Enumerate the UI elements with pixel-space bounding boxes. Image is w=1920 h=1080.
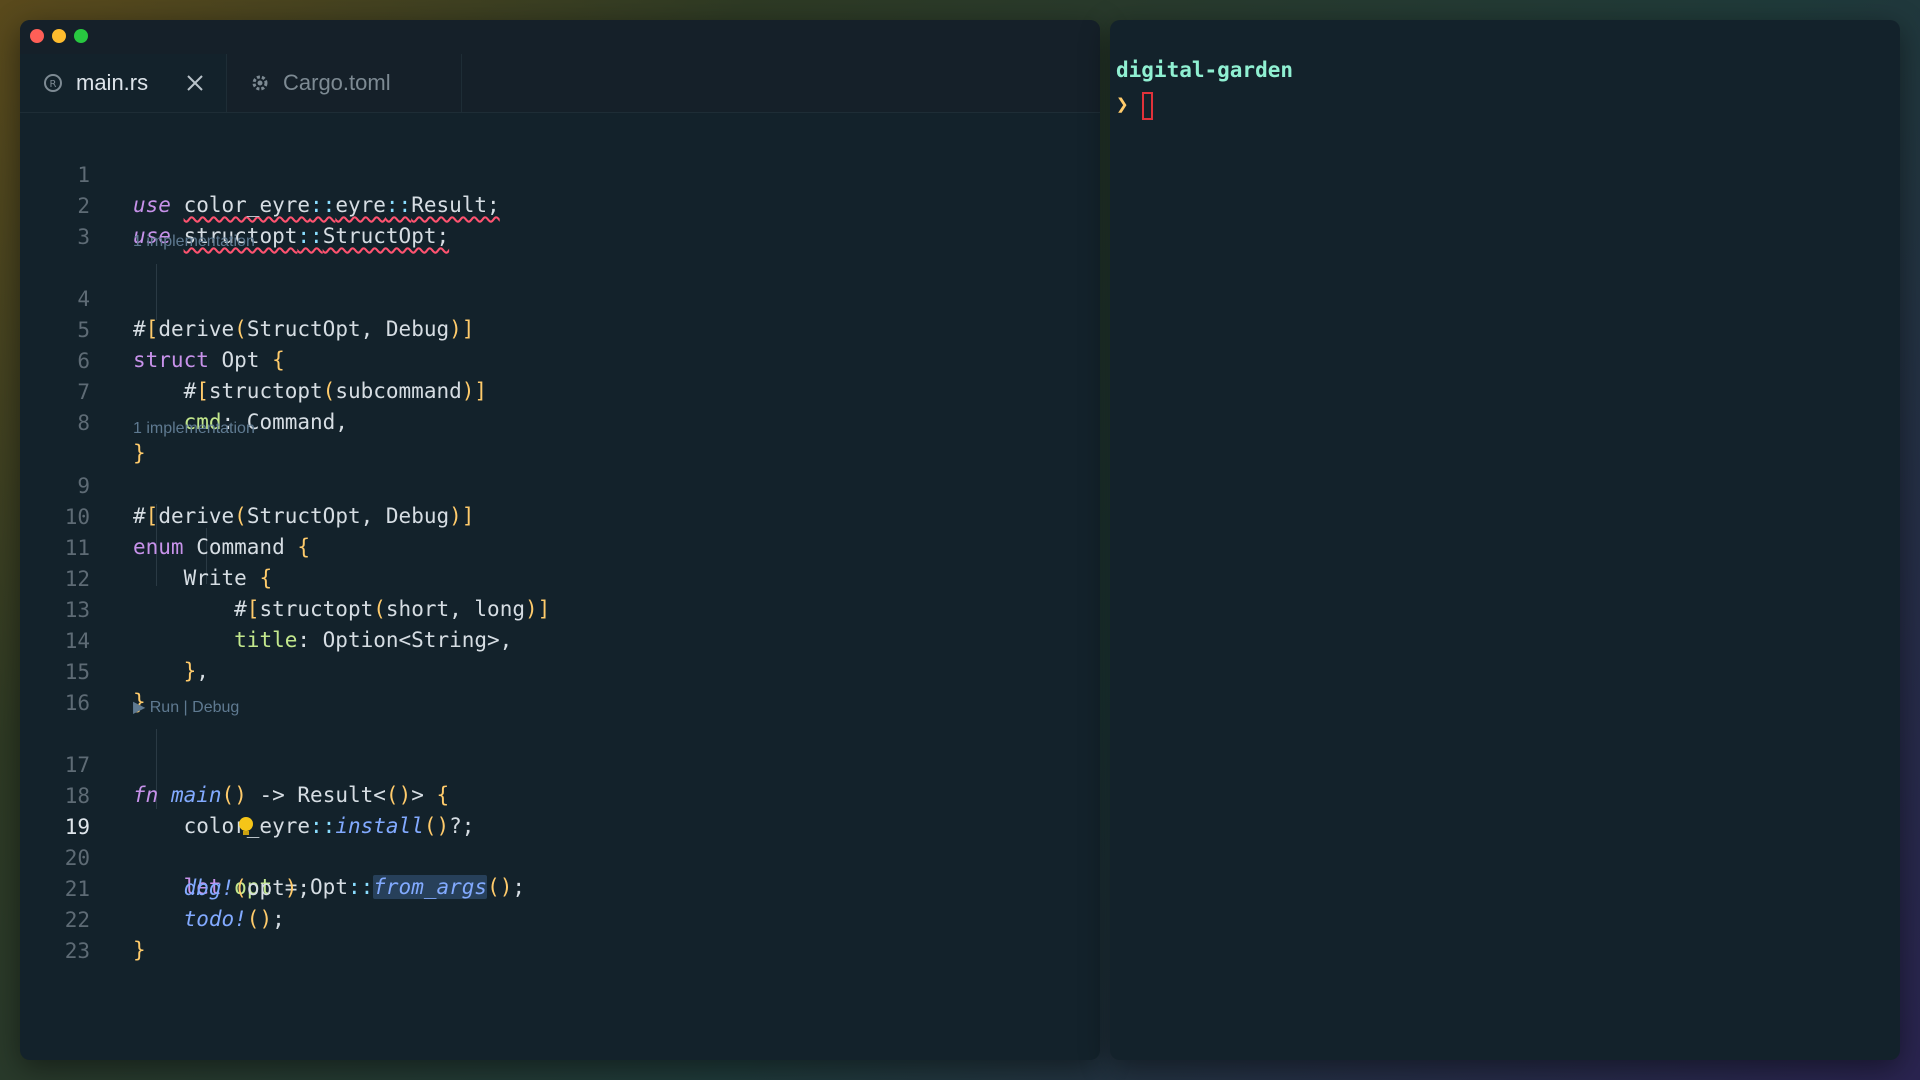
line-text: } — [133, 938, 146, 962]
terminal-cursor — [1142, 92, 1153, 120]
code-line: 16 — [20, 658, 1100, 715]
code-line: 14 }, — [20, 596, 1100, 683]
code-line: 18 color_eyre::install()?; — [20, 751, 1100, 838]
svg-text:R: R — [50, 79, 57, 90]
close-window-button[interactable] — [30, 29, 44, 43]
prompt-symbol: ❯ — [1116, 92, 1129, 116]
code-line: 3 — [20, 192, 1100, 249]
code-line: 15 } — [20, 627, 1100, 714]
code-line: 5 struct Opt { — [20, 285, 1100, 372]
line-number: 23 — [64, 939, 90, 963]
code-line: 22 } — [20, 875, 1100, 962]
code-line: 17 fn main() -> Result<()> { — [20, 720, 1100, 807]
code-line: 9 #[derive(StructOpt, Debug)] — [20, 441, 1100, 528]
window-controls — [30, 29, 88, 43]
line-number: 16 — [64, 691, 90, 715]
close-icon[interactable] — [184, 72, 206, 94]
code-line: 7 cmd: Command, — [20, 347, 1100, 434]
rust-icon: R — [42, 72, 64, 94]
code-line: 20 dbg!(opt); — [20, 813, 1100, 900]
line-number: 8 — [77, 411, 90, 435]
terminal-window[interactable]: digital-garden ❯ — [1110, 20, 1900, 1060]
gear-icon — [249, 72, 271, 94]
tab-bar: R main.rs Cargo.toml — [20, 20, 1100, 113]
line-number: 3 — [77, 225, 90, 249]
tab-main-rs[interactable]: R main.rs — [20, 54, 227, 112]
code-line: 8 } — [20, 378, 1100, 465]
code-line: 23 — [20, 906, 1100, 963]
code-editor[interactable]: 1 use color_eyre::eyre::Result; 2 use st… — [20, 130, 1100, 1030]
code-line: 12 #[structopt(short, long)] — [20, 534, 1100, 621]
editor-window: R main.rs Cargo.toml 1 use color_eyre::e… — [20, 20, 1100, 1060]
code-line: 13 title: Option<String>, — [20, 565, 1100, 652]
code-line-current: 19 let opt = Opt::from_args(); — [20, 782, 1100, 899]
tab-cargo-toml[interactable]: Cargo.toml — [227, 54, 462, 112]
terminal-directory: digital-garden — [1116, 58, 1294, 82]
code-line: 10 enum Command { — [20, 472, 1100, 559]
code-line: 4 #[derive(StructOpt, Debug)] — [20, 254, 1100, 341]
code-line: 2 use structopt::StructOpt; — [20, 161, 1100, 248]
code-line: 21 todo!(); — [20, 844, 1100, 931]
code-lens-implementation[interactable]: 1 implementation — [133, 231, 255, 253]
tab-label: main.rs — [76, 70, 149, 95]
code-lens-run-debug[interactable]: ▶ Run | Debug — [133, 697, 239, 719]
code-line: 6 #[structopt(subcommand)] — [20, 316, 1100, 403]
code-line: 11 Write { — [20, 503, 1100, 590]
code-lens-implementation[interactable]: 1 implementation — [133, 418, 255, 440]
tab-label: Cargo.toml — [283, 70, 391, 95]
maximize-window-button[interactable] — [74, 29, 88, 43]
minimize-window-button[interactable] — [52, 29, 66, 43]
code-line: 1 use color_eyre::eyre::Result; — [20, 130, 1100, 217]
